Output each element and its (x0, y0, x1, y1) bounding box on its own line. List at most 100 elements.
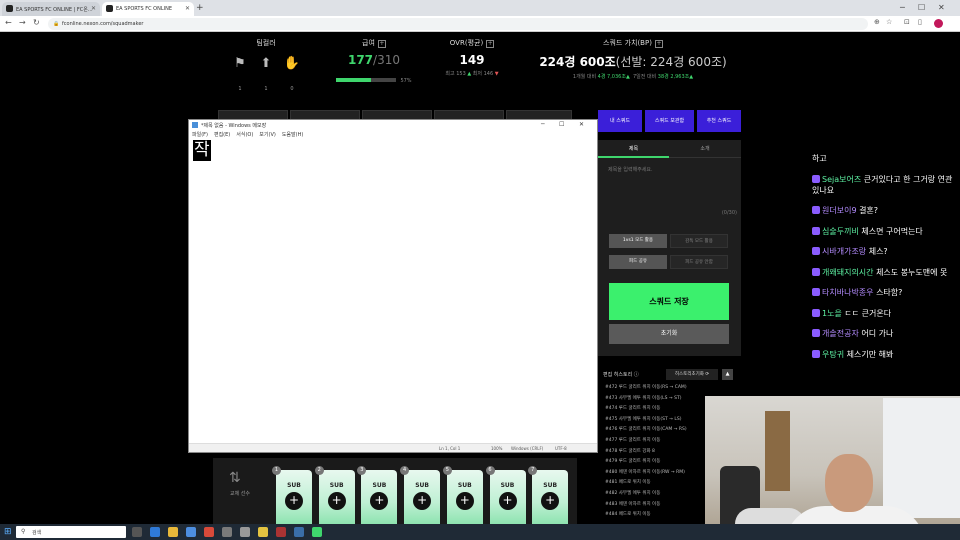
mode-1vs1-button[interactable]: 1vs1 모드 활용 (609, 234, 667, 248)
chrome-icon[interactable] (258, 527, 268, 537)
user-badge-icon (812, 174, 820, 183)
url-text: fconline.nexon.com/squadmaker (62, 21, 144, 27)
url-input[interactable]: 🔒 fconline.nexon.com/squadmaker (48, 18, 868, 30)
menu-format[interactable]: 서식(O) (236, 132, 253, 138)
close-window-icon[interactable]: ✕ (938, 3, 945, 12)
add-player-icon[interactable]: + (455, 492, 474, 510)
plus-icon[interactable]: + (654, 40, 663, 48)
menu-view[interactable]: 보기(V) (259, 132, 276, 138)
zoom-icon[interactable]: ⊕ (874, 18, 880, 26)
notepad-title: *제목 없음 - Windows 메모장 (201, 123, 267, 129)
add-player-icon[interactable]: + (285, 492, 303, 510)
task-view-icon[interactable] (132, 527, 142, 537)
history-item[interactable]: #472 루드 굴리트 위치 이동(RS → CAM) (605, 383, 735, 394)
tab-recommended-squad[interactable]: 추천 스쿼드 (697, 110, 741, 132)
store-icon[interactable] (186, 527, 196, 537)
sub-card[interactable]: 2 SUB + (314, 466, 355, 524)
feed-share-button[interactable]: 피드 공유 (609, 255, 667, 269)
sub-label: SUB (543, 482, 558, 489)
chat-nickname[interactable]: 원더보이9 (822, 206, 857, 215)
chat-nickname[interactable]: 심술두끼비 (822, 227, 859, 236)
history-reset-button[interactable]: 히스토리초기화 ⟳ (666, 369, 718, 380)
chat-nickname[interactable]: 우탕귀 (822, 350, 844, 359)
chat-nickname[interactable]: 개솔전공자 (822, 329, 859, 338)
sub-label: SUB (457, 482, 472, 489)
squad-value-starting: (선발: 224경 600조) (615, 55, 727, 69)
close-tab-icon[interactable]: ✕ (185, 5, 190, 12)
tab-squad-storage[interactable]: 스쿼드 보관함 (645, 110, 694, 132)
user-badge-icon (812, 308, 820, 317)
status-position: Ln 1, Col 1 (439, 446, 461, 451)
app-icon[interactable] (204, 527, 214, 537)
notepad-window[interactable]: *제목 없음 - Windows 메모장 ─ ☐ ✕ 파일(F) 편집(E) 서식(O)… (188, 119, 598, 453)
minimize-icon[interactable]: ─ (900, 3, 905, 12)
tab-title[interactable]: 제목 (598, 140, 669, 158)
mode-manager-button[interactable]: 감독 모드 활용 (670, 234, 728, 248)
add-player-icon[interactable]: + (327, 492, 346, 510)
chat-nickname[interactable]: 개왜돼지의시간 (822, 268, 874, 277)
browser-tab-1[interactable]: EA SPORTS FC ONLINE | FC온... ✕ (2, 2, 100, 16)
tab-my-squad[interactable]: 내 스쿼드 (598, 110, 642, 132)
sub-card[interactable]: 6 SUB + (485, 466, 526, 524)
taskbar-search-input[interactable]: ⚲ 검색 (16, 526, 126, 538)
back-icon[interactable]: ← (5, 18, 12, 27)
sub-card[interactable]: 5 SUB + (442, 466, 483, 524)
chat-nickname[interactable]: 타치바나박종우 (822, 288, 874, 297)
maximize-icon[interactable]: ☐ (918, 3, 925, 12)
sub-card[interactable]: 3 SUB + (357, 466, 398, 524)
forward-icon[interactable]: → (19, 18, 26, 27)
collapse-icon[interactable]: ▲ (722, 369, 733, 380)
app-icon[interactable] (276, 527, 286, 537)
plus-icon[interactable]: + (486, 40, 495, 48)
squad-value-stat: 스쿼드 가치(BP) + 224경 600조(선발: 224경 600조) 1개월… (539, 39, 727, 80)
edge-icon[interactable] (150, 527, 160, 537)
sub-label: SUB (372, 482, 387, 489)
notepad-menubar: 파일(F) 편집(E) 서식(O) 보기(V) 도움말(H) (189, 130, 597, 139)
extensions-icon[interactable]: ⊡ (904, 18, 910, 26)
tab-intro[interactable]: 소개 (669, 140, 741, 158)
user-badge-icon (812, 206, 820, 214)
close-tab-icon[interactable]: ✕ (91, 5, 96, 12)
profile-avatar[interactable] (934, 19, 943, 28)
file-explorer-icon[interactable] (168, 527, 178, 537)
chat-nickname[interactable]: 시바개가조랑 (822, 247, 866, 256)
reload-icon[interactable]: ↻ (33, 18, 40, 27)
add-player-icon[interactable]: + (541, 492, 560, 510)
plus-icon[interactable]: + (377, 40, 386, 48)
tab-title: EA SPORTS FC ONLINE (116, 6, 173, 12)
menu-help[interactable]: 도움말(H) (282, 132, 303, 138)
minimize-icon[interactable]: ─ (541, 121, 545, 128)
app-icon[interactable] (240, 527, 250, 537)
add-player-icon[interactable]: + (370, 492, 389, 510)
bookmark-star-icon[interactable]: ☆ (886, 18, 892, 26)
sidebar-icon[interactable]: ▯ (918, 18, 922, 26)
chat-text: 결혼? (856, 206, 879, 215)
add-player-icon[interactable]: + (413, 492, 432, 510)
close-icon[interactable]: ✕ (579, 121, 584, 128)
sub-card[interactable]: 7 SUB + (528, 466, 569, 524)
sub-label: SUB (500, 482, 515, 489)
app-icon[interactable] (294, 527, 304, 537)
reset-button[interactable]: 초기화 (609, 324, 729, 344)
sub-card[interactable]: 1 SUB + (272, 466, 312, 524)
feed-no-share-button[interactable]: 피드 공유 안함 (670, 255, 728, 269)
menu-edit[interactable]: 편집(E) (214, 132, 230, 138)
chat-nickname[interactable]: 1노을 (822, 309, 842, 318)
sub-card[interactable]: 4 SUB + (400, 466, 441, 524)
chat-text: ㄷㄷ 큰거온다 (841, 308, 892, 318)
add-player-icon[interactable]: + (498, 492, 517, 510)
notepad-text-selection[interactable]: 작 (193, 140, 211, 161)
webcam-window-bg (883, 398, 960, 518)
new-tab-icon[interactable]: + (196, 3, 204, 13)
chat-text: 체스면 구어먹는다 (858, 226, 923, 236)
windows-start-icon[interactable]: ⊞ (4, 527, 12, 537)
maximize-icon[interactable]: ☐ (559, 121, 564, 128)
menu-file[interactable]: 파일(F) (192, 132, 208, 138)
save-squad-button[interactable]: 스쿼드 저장 (609, 283, 729, 320)
chat-nickname[interactable]: Seja보어즈 (822, 175, 861, 184)
app-icon[interactable] (222, 527, 232, 537)
browser-tab-2[interactable]: EA SPORTS FC ONLINE ✕ (102, 2, 194, 16)
sub-slot-badge: 5 (442, 466, 452, 475)
squad-title-input[interactable]: 제목을 입력해주세요. (608, 166, 653, 173)
app-icon[interactable] (312, 527, 322, 537)
